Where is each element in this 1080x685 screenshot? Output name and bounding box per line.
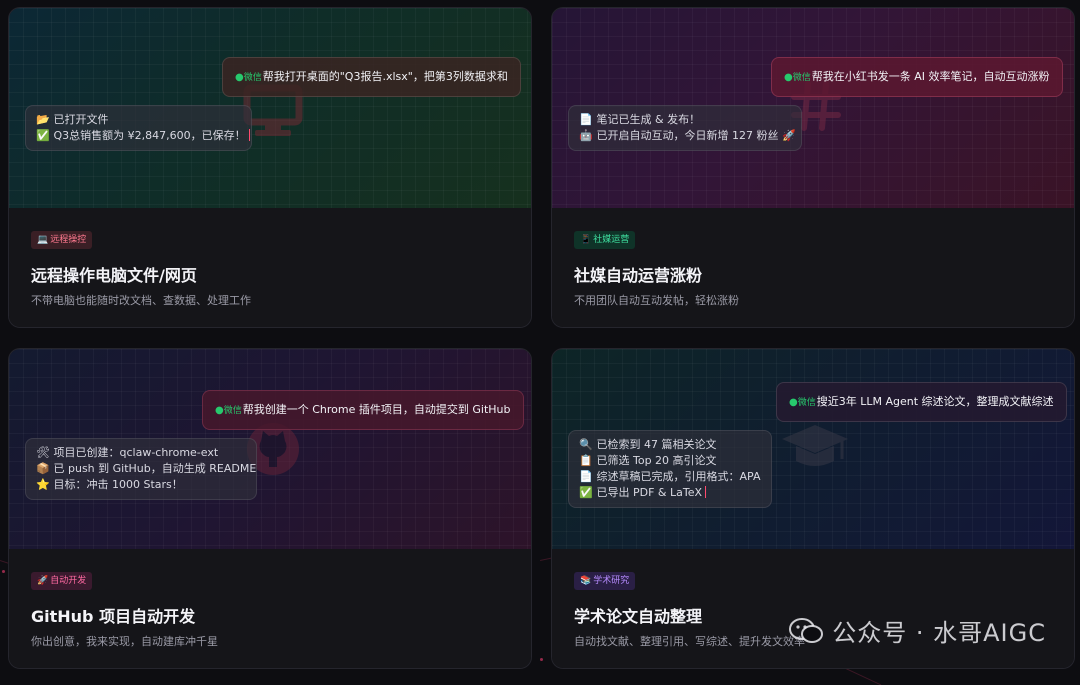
card-title: 社媒自动运营涨粉 xyxy=(574,266,703,285)
chat-bubble-text: 帮我打开桌面的"Q3报告.xlsx"，把第3列数据求和 xyxy=(262,70,508,83)
document-icon: 📄 xyxy=(579,470,593,483)
card-description: 自动找文献、整理引用、写综述、提升发文效率 xyxy=(574,635,805,648)
category-tag: 📱 社媒运营 xyxy=(574,231,636,249)
status-line: 📄 综述草稿已完成，引用格式：APA xyxy=(579,470,761,483)
wechat-icon: ● xyxy=(784,72,793,83)
package-icon: 📦 xyxy=(36,462,50,475)
chat-bubble: ●微信帮我创建一个 Chrome 插件项目，自动提交到 GitHub xyxy=(202,390,524,430)
wechat-icon: ● xyxy=(215,405,224,416)
status-line: 📋 已筛选 Top 20 高引论文 xyxy=(579,454,717,467)
card-info: 📱 社媒运营 社媒自动运营涨粉 不用团队自动互动发帖，轻松涨粉 xyxy=(552,208,1074,327)
chat-bubble-text: 搜近3年 LLM Agent 综述论文，整理成文献综述 xyxy=(816,395,1054,408)
status-line: 🤖 已开启自动互动，今日新增 127 粉丝 🚀 xyxy=(579,129,796,142)
typing-cursor xyxy=(705,486,707,498)
graduation-cap-icon xyxy=(782,425,848,466)
chat-bubble: ●微信帮我在小红书发一条 AI 效率笔记，自动互动涨粉 xyxy=(771,57,1063,97)
card-title: GitHub 项目自动开发 xyxy=(31,607,196,626)
feature-card-social-media[interactable]: ●微信帮我在小红书发一条 AI 效率笔记，自动互动涨粉 📄 笔记已生成 & 发布… xyxy=(551,7,1075,328)
typing-cursor xyxy=(248,129,250,141)
category-tag: 💻 远程操控 xyxy=(31,231,93,249)
status-line: 🛠 项目已创建：qclaw-chrome-ext xyxy=(36,446,219,459)
status-panel: 📄 笔记已生成 & 发布！ 🤖 已开启自动互动，今日新增 127 粉丝 🚀 xyxy=(568,105,802,151)
card-info: 💻 远程操控 远程操作电脑文件/网页 不带电脑也能随时改文档、查数据、处理工作 xyxy=(9,208,531,327)
card-title: 远程操作电脑文件/网页 xyxy=(31,266,197,285)
category-tag: 🚀 自动开发 xyxy=(31,572,93,590)
search-icon: 🔍 xyxy=(579,438,593,451)
rocket-icon: 🚀 xyxy=(37,576,49,586)
card-info: 📚 学术研究 学术论文自动整理 自动找文献、整理引用、写综述、提升发文效率 xyxy=(552,549,1074,668)
robot-icon: 🤖 xyxy=(579,129,593,142)
status-line: ✅ Q3总销售额为 ¥2,847,600，已保存！ xyxy=(36,128,250,144)
status-line: 📄 笔记已生成 & 发布！ xyxy=(579,113,701,126)
phone-icon: 📱 xyxy=(580,235,592,245)
status-line: 📂 已打开文件 xyxy=(36,113,109,126)
tools-icon: 🛠 xyxy=(36,446,50,459)
feature-card-github-dev[interactable]: ●微信帮我创建一个 Chrome 插件项目，自动提交到 GitHub 🛠 项目已… xyxy=(8,348,532,669)
status-line: ✅ 已导出 PDF & LaTeX xyxy=(579,485,761,501)
books-icon: 📚 xyxy=(580,576,592,586)
card-description: 不带电脑也能随时改文档、查数据、处理工作 xyxy=(31,294,251,307)
laptop-icon: 💻 xyxy=(37,235,49,245)
chat-bubble-text: 帮我在小红书发一条 AI 效率笔记，自动互动涨粉 xyxy=(811,70,1050,83)
card-scene: ●微信帮我在小红书发一条 AI 效率笔记，自动互动涨粉 📄 笔记已生成 & 发布… xyxy=(552,8,1074,208)
card-scene: ●微信帮我创建一个 Chrome 插件项目，自动提交到 GitHub 🛠 项目已… xyxy=(9,349,531,549)
card-scene: ●微信搜近3年 LLM Agent 综述论文，整理成文献综述 🔍 已检索到 47… xyxy=(552,349,1074,549)
chat-bubble: ●微信搜近3年 LLM Agent 综述论文，整理成文献综述 xyxy=(776,382,1067,422)
status-line: 📦 已 push 到 GitHub，自动生成 README xyxy=(36,462,257,475)
document-icon: 📄 xyxy=(579,113,593,126)
status-panel: 🔍 已检索到 47 篇相关论文 📋 已筛选 Top 20 高引论文 📄 综述草稿… xyxy=(568,430,772,508)
check-icon: ✅ xyxy=(579,486,593,499)
card-description: 不用团队自动互动发帖，轻松涨粉 xyxy=(574,294,739,307)
status-line: ⭐ 目标：冲击 1000 Stars！ xyxy=(36,478,183,491)
wechat-icon xyxy=(789,618,824,643)
chat-bubble: ●微信帮我打开桌面的"Q3报告.xlsx"，把第3列数据求和 xyxy=(222,57,521,97)
wechat-icon: ● xyxy=(789,397,798,408)
folder-icon: 📂 xyxy=(36,113,50,126)
clipboard-icon: 📋 xyxy=(579,454,593,467)
wechat-icon: ● xyxy=(235,72,244,83)
watermark-text: 公众号 · 水哥AIGC xyxy=(832,619,1046,647)
card-info: 🚀 自动开发 GitHub 项目自动开发 你出创意，我来实现，自动建库冲千星 xyxy=(9,549,531,668)
card-title: 学术论文自动整理 xyxy=(574,607,703,626)
check-icon: ✅ xyxy=(36,129,50,142)
status-line: 🔍 已检索到 47 篇相关论文 xyxy=(579,438,717,451)
status-panel: 📂 已打开文件 ✅ Q3总销售额为 ¥2,847,600，已保存！ xyxy=(25,105,252,151)
watermark: 公众号 · 水哥AIGC xyxy=(788,613,1046,648)
card-description: 你出创意，我来实现，自动建库冲千星 xyxy=(31,635,218,648)
feature-card-remote-control[interactable]: ●微信帮我打开桌面的"Q3报告.xlsx"，把第3列数据求和 📂 已打开文件 ✅… xyxy=(8,7,532,328)
chat-bubble-text: 帮我创建一个 Chrome 插件项目，自动提交到 GitHub xyxy=(242,403,511,416)
star-icon: ⭐ xyxy=(36,478,50,491)
card-scene: ●微信帮我打开桌面的"Q3报告.xlsx"，把第3列数据求和 📂 已打开文件 ✅… xyxy=(9,8,531,208)
status-panel: 🛠 项目已创建：qclaw-chrome-ext 📦 已 push 到 GitH… xyxy=(25,438,257,500)
category-tag: 📚 学术研究 xyxy=(574,572,636,590)
